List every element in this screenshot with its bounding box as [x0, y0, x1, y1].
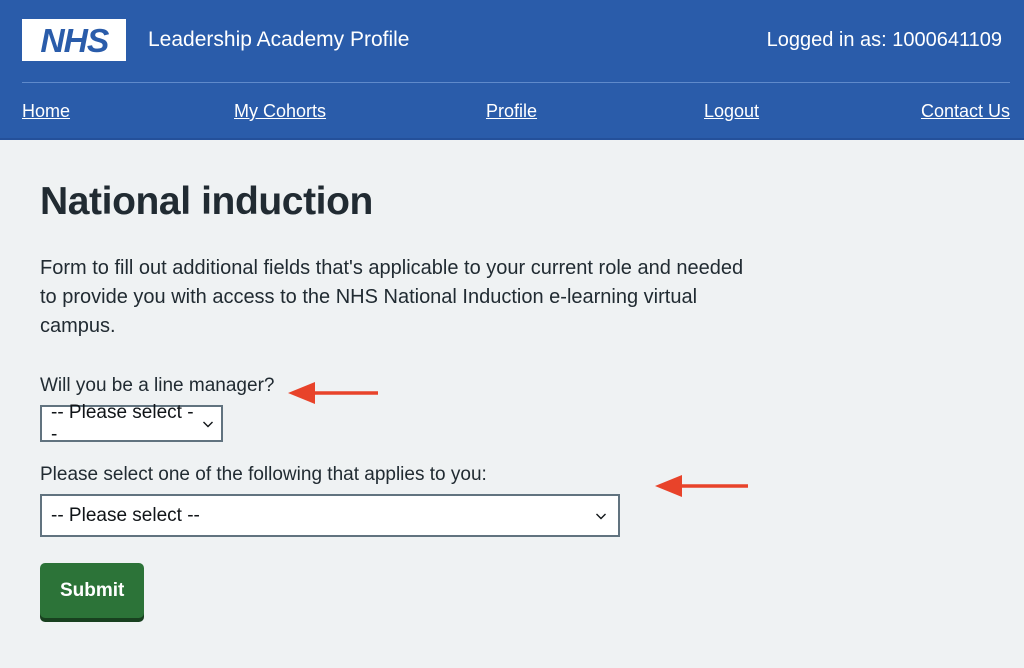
select-line-manager[interactable]: -- Please select -- — [40, 402, 223, 445]
nhs-logo-icon: NHS — [22, 19, 126, 61]
nhs-logo-text: NHS — [39, 21, 109, 59]
nav-item-my-cohorts[interactable]: My Cohorts — [234, 101, 326, 121]
nav-item-home[interactable]: Home — [22, 101, 70, 121]
site-title: Leadership Academy Profile — [148, 28, 410, 51]
nav-item-home-wrap: Home — [22, 101, 234, 122]
nav-item-logout-wrap: Logout — [704, 101, 921, 122]
select-applies-to-you-value: -- Please select -- — [51, 504, 200, 526]
select-applies-to-you[interactable]: -- Please select -- — [40, 494, 620, 537]
field-label-applies-to-you: Please select one of the following that … — [40, 464, 487, 485]
nav-item-profile[interactable]: Profile — [486, 101, 537, 121]
chevron-down-icon — [202, 418, 214, 430]
nav-item-my-cohorts-wrap: My Cohorts — [234, 101, 486, 122]
header-top-bar: NHS Leadership Academy Profile Logged in… — [0, 0, 1024, 70]
submit-button[interactable]: Submit — [40, 563, 145, 618]
site-header: NHS Leadership Academy Profile Logged in… — [0, 0, 1024, 140]
main-content: National induction Form to fill out addi… — [0, 140, 1024, 618]
field-applies-to-you: Please select one of the following that … — [40, 464, 1024, 537]
chevron-down-icon — [595, 510, 607, 522]
logged-in-status: Logged in as: 1000641109 — [766, 28, 1002, 51]
main-navigation: Home My Cohorts Profile Logout Contact U… — [0, 83, 1024, 140]
nav-item-contact-us-wrap: Contact Us — [921, 101, 1010, 122]
page-title: National induction — [40, 180, 373, 223]
field-line-manager: Will you be a line manager? -- Please se… — [40, 375, 1024, 445]
page-intro-text: Form to fill out additional fields that'… — [40, 257, 744, 337]
field-label-line-manager: Will you be a line manager? — [40, 375, 275, 396]
select-line-manager-value: -- Please select -- — [51, 401, 194, 445]
nav-item-contact-us[interactable]: Contact Us — [921, 101, 1010, 121]
nav-item-logout[interactable]: Logout — [704, 101, 759, 121]
submit-button-wrap: Submit — [40, 563, 1024, 618]
nav-item-profile-wrap: Profile — [486, 101, 704, 122]
brand: NHS Leadership Academy Profile — [22, 19, 410, 61]
